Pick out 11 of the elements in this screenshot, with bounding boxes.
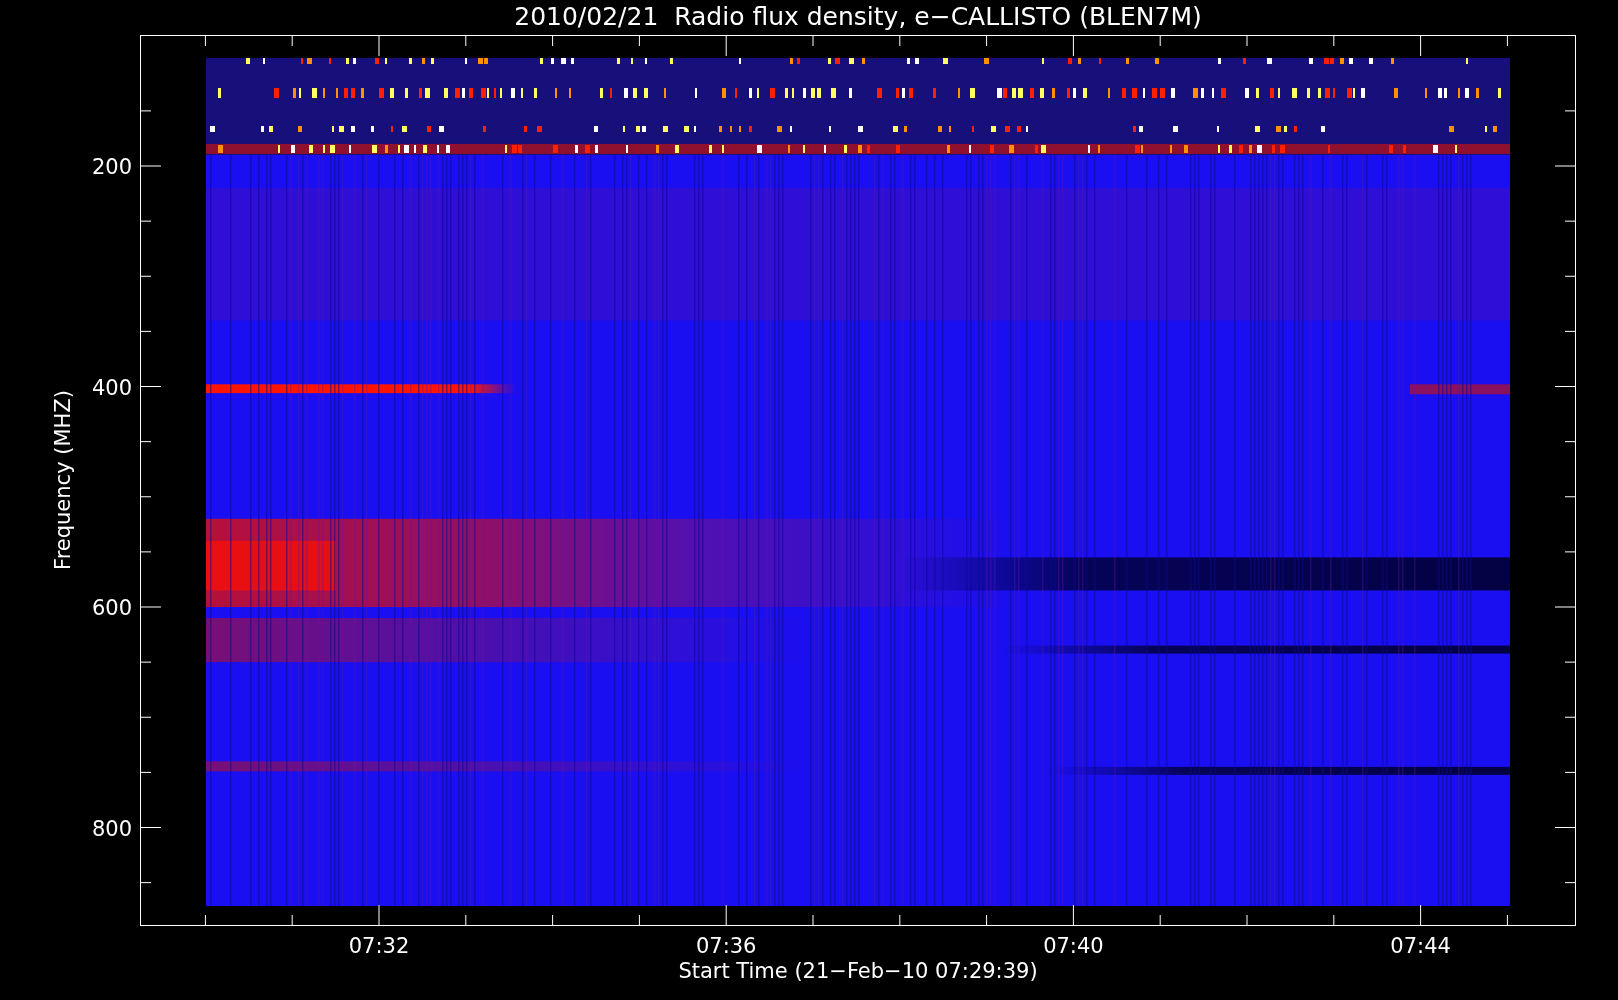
x-tick-label: 07:32 <box>348 934 410 958</box>
plot-title: 2010/02/21 Radio flux density, e−CALLISTO (BLEN7M) <box>514 2 1202 31</box>
y-tick-label: 400 <box>91 375 132 400</box>
x-tick-label: 07:40 <box>1043 934 1104 958</box>
y-tick-label: 800 <box>91 816 132 841</box>
x-axis-label: Start Time (21−Feb−10 07:29:39) <box>678 959 1038 983</box>
x-tick-label: 07:36 <box>695 934 757 958</box>
y-tick-label: 600 <box>91 596 132 620</box>
y-tick-label: 200 <box>91 155 132 179</box>
y-axis-label: Frequency (MHZ) <box>51 390 75 570</box>
x-tick-label: 07:44 <box>1390 934 1451 958</box>
